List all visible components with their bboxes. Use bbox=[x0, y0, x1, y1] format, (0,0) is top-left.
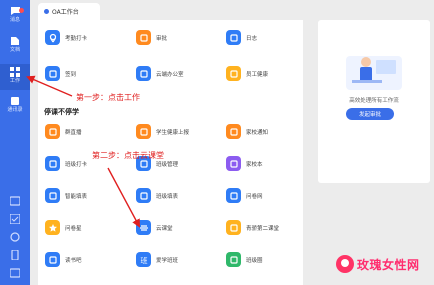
location-pin-icon bbox=[45, 30, 60, 45]
class-circle-icon bbox=[226, 252, 241, 267]
app-tile[interactable]: 班级圈 bbox=[226, 252, 263, 267]
reading-icon bbox=[45, 252, 60, 267]
cloud-office-icon bbox=[136, 66, 151, 81]
app-label: 日志 bbox=[246, 35, 258, 42]
mail-icon[interactable] bbox=[10, 268, 20, 278]
app-tile[interactable]: 审批 bbox=[136, 30, 167, 45]
app-label: 班级填表 bbox=[156, 193, 179, 200]
app-tile[interactable]: 员工健康 bbox=[226, 66, 268, 81]
sidebar-item-label: 通讯录 bbox=[7, 107, 23, 113]
sidebar-item-work[interactable]: 工作 bbox=[0, 64, 30, 90]
app-tile[interactable]: 家校通知 bbox=[226, 124, 268, 139]
app-label: 问卷星 bbox=[65, 225, 82, 232]
annotation-step2: 第二步：点击云课堂 bbox=[92, 151, 164, 160]
app-tile[interactable]: 云端办公室 bbox=[136, 66, 184, 81]
sidebar-item-messages[interactable]: 消息 bbox=[0, 6, 30, 28]
app-tile[interactable]: 群直播 bbox=[45, 124, 82, 139]
app-label: 云课堂 bbox=[156, 225, 173, 232]
class-checkin-icon bbox=[45, 156, 60, 171]
watermark: 玫瑰女性网 bbox=[336, 255, 420, 273]
svg-text:班: 班 bbox=[140, 256, 147, 265]
notify-icon bbox=[226, 124, 241, 139]
app-label: 家校本 bbox=[246, 161, 263, 168]
checklist-icon[interactable] bbox=[10, 214, 20, 224]
health-icon bbox=[226, 66, 241, 81]
app-label: 爱学班班 bbox=[156, 257, 179, 264]
app-tile[interactable]: 学生健康上报 bbox=[136, 124, 189, 139]
aixue-icon: 班 bbox=[136, 252, 151, 267]
settings-icon[interactable] bbox=[10, 232, 20, 242]
class-form-icon bbox=[136, 188, 151, 203]
app-label: 群直播 bbox=[65, 129, 82, 136]
app-label: 云端办公室 bbox=[156, 71, 184, 78]
workbench-panel bbox=[38, 20, 303, 285]
checkin-icon bbox=[45, 66, 60, 81]
survey-star-icon bbox=[45, 220, 60, 235]
phone-icon[interactable] bbox=[10, 250, 20, 260]
promo-text: 高效处理所有工作流 bbox=[349, 98, 399, 104]
document-icon bbox=[11, 37, 19, 45]
sidebar-item-docs[interactable]: 文档 bbox=[0, 36, 30, 58]
app-tile[interactable]: 考勤打卡 bbox=[45, 30, 87, 45]
illustration-icon bbox=[346, 56, 402, 90]
app-tile[interactable]: 家校本 bbox=[226, 156, 263, 171]
app-label: 班级打卡 bbox=[65, 161, 88, 168]
watermark-text: 玫瑰女性网 bbox=[357, 257, 420, 272]
section-title: 停课不停学 bbox=[44, 108, 79, 116]
app-label: 问卷网 bbox=[246, 193, 263, 200]
unread-badge bbox=[19, 8, 24, 13]
log-icon bbox=[226, 30, 241, 45]
homework-icon bbox=[226, 156, 241, 171]
app-label: 读书吧 bbox=[65, 257, 82, 264]
app-label: 学生健康上报 bbox=[156, 129, 190, 136]
app-tile[interactable]: 班 爱学班班 bbox=[136, 252, 178, 267]
tab-bar: OA工作台 bbox=[30, 0, 434, 20]
app-tile[interactable]: 云课堂 bbox=[136, 220, 173, 235]
app-label: 审批 bbox=[156, 35, 168, 42]
approval-icon bbox=[136, 30, 151, 45]
smart-form-icon bbox=[45, 188, 60, 203]
app-label: 家校通知 bbox=[246, 129, 269, 136]
folder-icon[interactable] bbox=[10, 196, 20, 206]
oa-icon bbox=[44, 9, 49, 14]
second-class-icon bbox=[226, 220, 241, 235]
annotation-step1: 第一步：点击工作 bbox=[76, 93, 140, 102]
app-tile[interactable]: 班级打卡 bbox=[45, 156, 87, 171]
app-label: 智能填表 bbox=[65, 193, 88, 200]
grid-icon bbox=[10, 67, 20, 77]
sidebar-item-label: 文档 bbox=[9, 47, 20, 53]
sidebar-item-label: 工作 bbox=[9, 78, 20, 84]
app-label: 班级圈 bbox=[246, 257, 263, 264]
app-tile[interactable]: 青骄第二课堂 bbox=[226, 220, 279, 235]
cloud-class-icon bbox=[136, 220, 151, 235]
health-report-icon bbox=[136, 124, 151, 139]
sidebar-item-contacts[interactable]: 通讯录 bbox=[0, 96, 30, 118]
app-tile[interactable]: 班级填表 bbox=[136, 188, 178, 203]
app-tile[interactable]: 读书吧 bbox=[45, 252, 82, 267]
survey-web-icon bbox=[226, 188, 241, 203]
left-sidebar: 消息 文档 工作 通讯录 bbox=[0, 0, 30, 285]
app-tile[interactable]: 问卷网 bbox=[226, 188, 263, 203]
tab-oa-workbench[interactable]: OA工作台 bbox=[38, 3, 100, 20]
app-tile[interactable]: 智能填表 bbox=[45, 188, 87, 203]
app-label: 考勤打卡 bbox=[65, 35, 88, 42]
rose-logo-icon bbox=[336, 255, 354, 273]
sidebar-item-label: 消息 bbox=[9, 17, 20, 23]
tab-label: OA工作台 bbox=[52, 9, 79, 16]
app-tile[interactable]: 日志 bbox=[226, 30, 257, 45]
live-icon bbox=[45, 124, 60, 139]
contacts-icon bbox=[11, 97, 19, 105]
app-tile[interactable]: 签到 bbox=[45, 66, 76, 81]
app-label: 员工健康 bbox=[246, 71, 269, 78]
app-tile[interactable]: 问卷星 bbox=[45, 220, 82, 235]
app-label: 签到 bbox=[65, 71, 77, 78]
app-label: 青骄第二课堂 bbox=[246, 225, 280, 232]
start-approval-button[interactable]: 发起审批 bbox=[346, 108, 394, 120]
